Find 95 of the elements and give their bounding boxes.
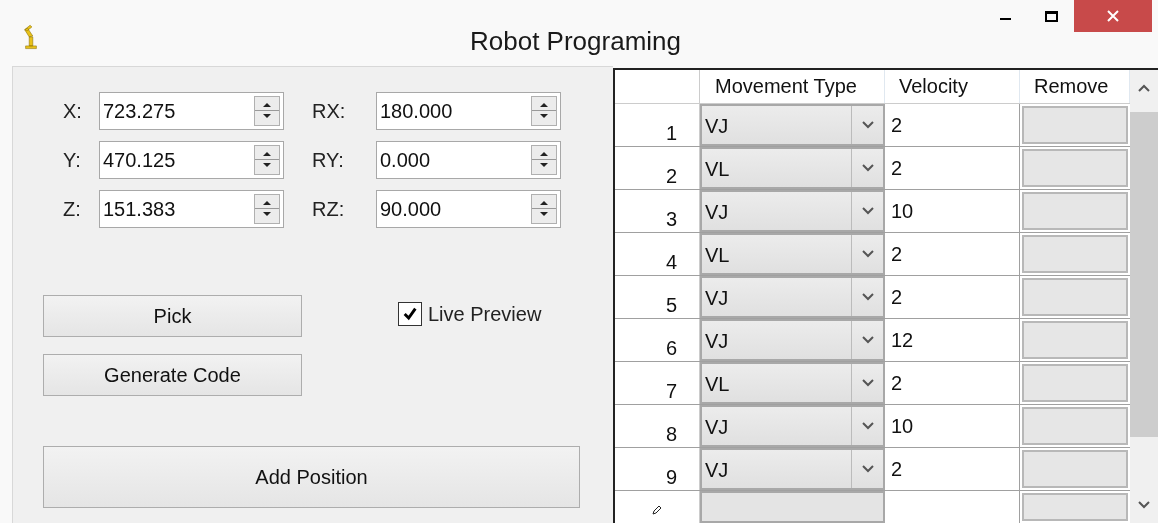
up-arrow-icon [262,151,272,157]
live-preview-checkbox[interactable]: Live Preview [398,300,542,327]
number-field[interactable]: 723.275 [99,92,284,130]
scroll-thumb[interactable] [1130,112,1158,437]
remove-button[interactable] [1022,234,1128,273]
coordinate-label: Y: [62,148,82,173]
window-title: Robot Programing [470,25,681,58]
action-button[interactable]: Pick [43,295,302,337]
velocity-cell[interactable] [885,490,1020,523]
spin-buttons[interactable] [254,96,280,126]
chevron-down-icon [861,163,874,172]
movement-type-dropdown[interactable]: VJ [700,318,885,361]
velocity-cell[interactable]: 2 [885,361,1020,404]
row-number: 2 [615,146,700,189]
remove-button[interactable] [1022,277,1128,316]
spin-buttons[interactable] [531,96,557,126]
chevron-down-icon [861,421,874,430]
movement-type-dropdown[interactable]: VJ [700,189,885,232]
coordinate-label: RX: [312,99,347,124]
velocity-cell[interactable]: 2 [885,103,1020,146]
scroll-up-icon[interactable] [1138,84,1150,92]
remove-button[interactable] [1022,492,1128,521]
chevron-down-icon [861,120,874,129]
number-field[interactable]: 90.000 [376,190,561,228]
up-arrow-icon [539,151,549,157]
column-header[interactable]: Velocity [885,70,1020,103]
velocity-cell[interactable]: 10 [885,404,1020,447]
check-icon [402,305,418,322]
coordinate-label: X: [62,99,83,124]
spin-buttons[interactable] [254,194,280,224]
action-button[interactable]: Generate Code [43,354,302,396]
remove-button[interactable] [1022,363,1128,402]
down-arrow-icon [539,113,549,119]
spin-buttons[interactable] [531,194,557,224]
remove-button[interactable] [1022,105,1128,144]
checkbox[interactable] [398,301,422,326]
down-arrow-icon [262,162,272,168]
down-arrow-icon [539,162,549,168]
down-arrow-icon [262,113,272,119]
spin-buttons[interactable] [531,145,557,175]
movement-type-dropdown[interactable]: VJ [700,103,885,146]
up-arrow-icon [262,200,272,206]
up-arrow-icon [539,102,549,108]
velocity-cell[interactable]: 2 [885,146,1020,189]
velocity-cell[interactable]: 10 [885,189,1020,232]
remove-button[interactable] [1022,148,1128,187]
chevron-down-icon [861,249,874,258]
chevron-down-icon [861,464,874,473]
row-number: 6 [615,318,700,361]
chevron-down-icon [861,292,874,301]
remove-button[interactable] [1022,191,1128,230]
row-number: 3 [615,189,700,232]
remove-button[interactable] [1022,320,1128,359]
remove-button[interactable] [1022,449,1128,488]
movement-type-dropdown[interactable]: VJ [700,275,885,318]
up-arrow-icon [262,102,272,108]
chevron-down-icon [861,335,874,344]
robot-arm-icon [22,22,40,50]
pencil-icon [652,504,662,515]
movement-type-dropdown[interactable]: VJ [700,404,885,447]
row-number: 1 [615,103,700,146]
row-number: 8 [615,404,700,447]
number-field[interactable]: 151.383 [99,190,284,228]
remove-button[interactable] [1022,406,1128,445]
coordinate-label: RY: [312,148,345,173]
number-field[interactable]: 0.000 [376,141,561,179]
close-icon [1107,10,1119,22]
velocity-cell[interactable]: 2 [885,275,1020,318]
movement-type-dropdown[interactable]: VJ [700,447,885,490]
scrollbar[interactable] [1130,70,1158,523]
row-number: 4 [615,232,700,275]
velocity-cell[interactable]: 2 [885,447,1020,490]
scroll-down-icon[interactable] [1138,501,1150,509]
row-number: 7 [615,361,700,404]
velocity-cell[interactable]: 12 [885,318,1020,361]
movement-type-dropdown[interactable]: VL [700,146,885,189]
down-arrow-icon [539,211,549,217]
number-field[interactable]: 180.000 [376,92,561,130]
spin-buttons[interactable] [254,145,280,175]
movement-type-dropdown[interactable] [700,490,885,523]
movement-type-dropdown[interactable]: VL [700,232,885,275]
row-number: 9 [615,447,700,490]
movement-type-dropdown[interactable]: VL [700,361,885,404]
chevron-down-icon [861,206,874,215]
up-arrow-icon [539,200,549,206]
chevron-down-icon [861,378,874,387]
row-number: 5 [615,275,700,318]
velocity-cell[interactable]: 2 [885,232,1020,275]
number-field[interactable]: 470.125 [99,141,284,179]
coordinate-label: Z: [62,197,82,222]
close-button[interactable] [1074,0,1152,32]
column-header[interactable]: Movement Type [700,70,885,103]
add-position-button[interactable]: Add Position [43,446,580,508]
coordinate-label: RZ: [312,197,346,222]
down-arrow-icon [262,211,272,217]
